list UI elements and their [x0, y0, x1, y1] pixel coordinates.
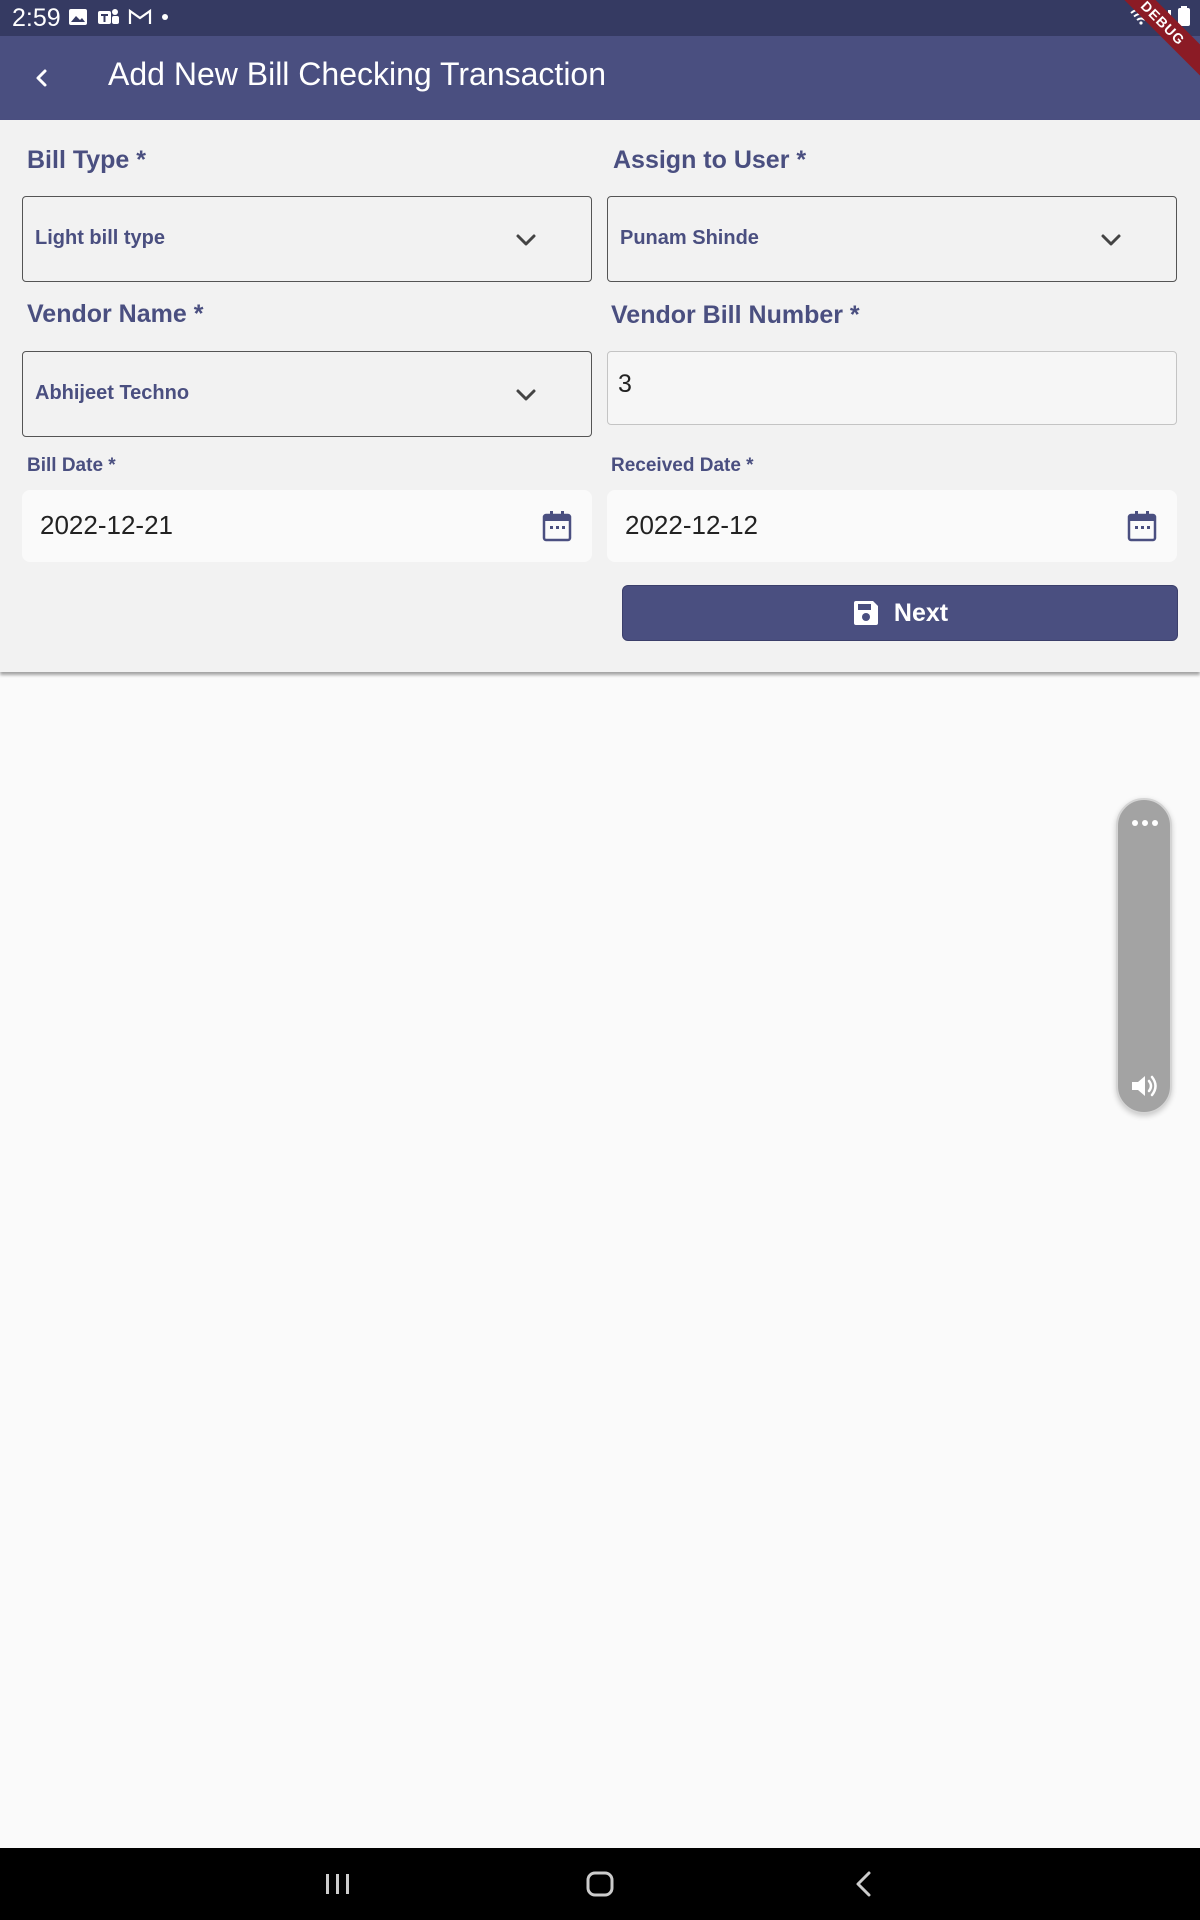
bill-type-value: Light bill type — [35, 227, 165, 249]
battery-icon — [1178, 6, 1190, 26]
vendor-name-label: Vendor Name * — [27, 300, 204, 328]
vendor-bill-number-label: Vendor Bill Number * — [611, 301, 860, 329]
bill-date-field[interactable]: 2022-12-21 — [22, 490, 592, 562]
bill-type-dropdown[interactable]: Light bill type — [22, 196, 592, 282]
app-bar: Add New Bill Checking Transaction — [0, 36, 1200, 120]
received-date-value: 2022-12-12 — [625, 510, 758, 540]
received-date-field[interactable]: 2022-12-12 — [607, 490, 1177, 562]
home-icon[interactable] — [580, 1866, 620, 1902]
notification-icons — [68, 7, 170, 27]
chevron-down-icon — [1101, 234, 1121, 246]
volume-icon[interactable] — [1130, 1072, 1160, 1100]
gallery-icon — [69, 9, 87, 25]
bill-date-label: Bill Date * — [27, 455, 116, 476]
vendor-bill-number-input[interactable] — [618, 370, 1130, 399]
recents-icon[interactable] — [318, 1866, 358, 1902]
assign-to-user-dropdown[interactable]: Punam Shinde — [607, 196, 1177, 282]
chevron-down-icon — [516, 389, 536, 401]
gmail-icon — [128, 8, 152, 24]
back-arrow-icon[interactable] — [22, 58, 62, 98]
dot-icon — [162, 14, 168, 20]
assign-to-user-value: Punam Shinde — [620, 227, 759, 249]
status-bar: 2:59 — [0, 0, 1200, 36]
page-title: Add New Bill Checking Transaction — [108, 56, 607, 92]
chevron-down-icon — [516, 234, 536, 246]
bill-date-value: 2022-12-21 — [40, 510, 173, 540]
vendor-name-value: Abhijeet Techno — [35, 382, 190, 404]
navigation-bar — [0, 1848, 1200, 1920]
status-time: 2:59 — [12, 4, 61, 32]
next-button[interactable]: Next — [622, 585, 1178, 641]
floating-side-panel[interactable] — [1116, 798, 1172, 1114]
back-icon[interactable] — [844, 1866, 884, 1902]
save-icon — [853, 601, 878, 625]
more-icon[interactable] — [1130, 818, 1160, 828]
teams-icon — [98, 9, 119, 24]
calendar-icon[interactable] — [1127, 510, 1157, 542]
vendor-bill-number-field[interactable] — [607, 351, 1177, 425]
bill-type-label: Bill Type * — [27, 146, 147, 174]
calendar-icon[interactable] — [542, 510, 572, 542]
assign-to-user-label: Assign to User * — [613, 146, 807, 174]
vendor-name-dropdown[interactable]: Abhijeet Techno — [22, 351, 592, 437]
next-button-label: Next — [893, 598, 949, 627]
received-date-label: Received Date * — [611, 455, 754, 476]
